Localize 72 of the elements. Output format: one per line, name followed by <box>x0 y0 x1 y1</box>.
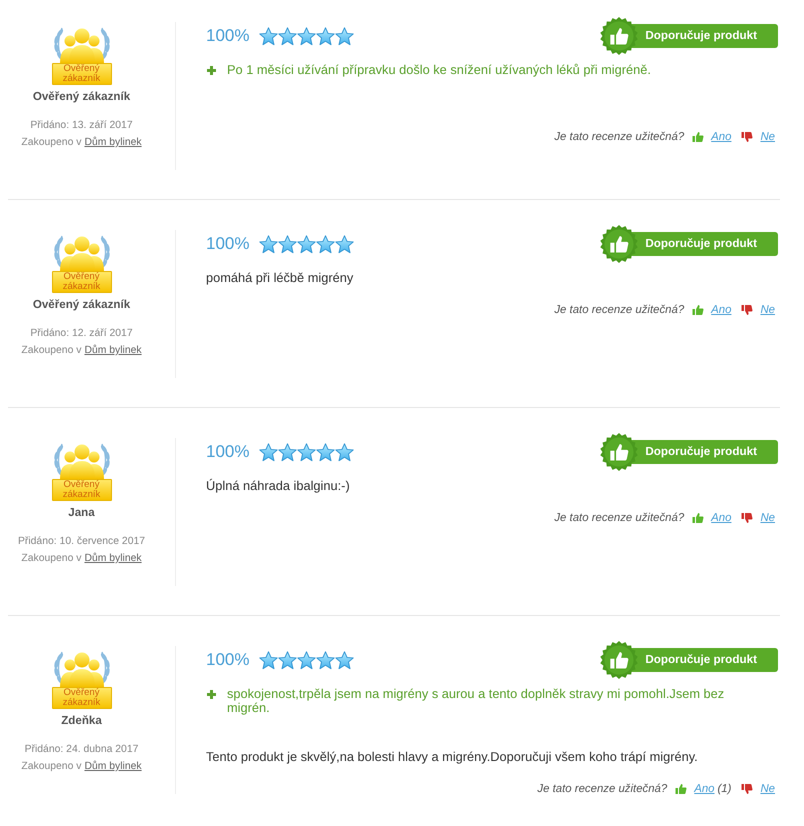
yes-link[interactable]: Ano <box>711 511 732 525</box>
star-icon <box>297 442 316 462</box>
star-icon <box>316 234 336 254</box>
review-text: pomáhá při léčbě migrény <box>206 271 354 285</box>
purchase-label: Zakoupeno v <box>21 552 82 566</box>
thumbs-up-seal-icon <box>600 17 638 55</box>
helpful-question: Je tato recenze užitečná? <box>554 130 684 144</box>
author-name: Zdeňka <box>61 714 102 728</box>
star-icon <box>278 234 298 254</box>
helpful-question: Je tato recenze užitečná? <box>554 511 684 525</box>
star-icon <box>259 442 278 462</box>
shop-link[interactable]: Dům bylinek <box>84 758 142 776</box>
star-icon <box>297 650 316 670</box>
no-link[interactable]: Ne <box>760 130 775 144</box>
star-icon <box>335 234 354 254</box>
vote-count: (1) <box>718 782 732 796</box>
pro-text: Po 1 měsíci užívání přípravku došlo ke snížení užívaných léků při migréně. <box>227 63 651 77</box>
star-icon <box>316 442 336 462</box>
author-name: Jana <box>68 506 95 520</box>
helpful-question: Je tato recenze užitečná? <box>537 782 668 796</box>
date-added: Přidáno: 12. září 2017 <box>30 327 133 341</box>
shop-link[interactable]: Dům bylinek <box>84 342 142 360</box>
no-link[interactable]: Ne <box>760 303 775 317</box>
author-name: Ověřený zákazník <box>32 298 130 312</box>
star-icon <box>259 650 278 670</box>
rating-score: 100% <box>206 650 250 670</box>
star-icon <box>297 26 316 46</box>
pro-text: spokojenost,trpěla jsem na migrény s aurou a tento doplněk stravy mi pomohl.Jsem bez migrén. <box>227 687 726 715</box>
review-text: Tento produkt je skvělý,na bolesti hlavy a migrény.Doporučuji všem koho trápí migrény. <box>206 750 699 764</box>
star-icon <box>316 650 336 670</box>
date-added: Přidáno: 13. září 2017 <box>30 119 133 133</box>
date-added: Přidáno: 24. dubna 2017 <box>24 743 138 757</box>
shop-link[interactable]: Dům bylinek <box>84 134 142 152</box>
review-text: Úplná náhrada ibalginu:-) <box>206 479 351 493</box>
yes-link[interactable]: Ano <box>711 303 732 317</box>
thumbs-down-icon[interactable] <box>741 131 754 143</box>
thumbs-up-icon[interactable] <box>675 783 688 795</box>
star-icon <box>335 442 354 462</box>
plus-icon <box>207 690 216 699</box>
no-link[interactable]: Ne <box>760 511 775 525</box>
author-name: Ověřený zákazník <box>32 90 130 104</box>
thumbs-up-icon[interactable] <box>692 512 704 524</box>
yes-link[interactable]: Ano <box>711 130 732 144</box>
thumbs-down-icon[interactable] <box>741 783 754 795</box>
star-icon <box>297 234 316 254</box>
thumbs-down-icon[interactable] <box>741 512 754 524</box>
purchase-label: Zakoupeno v <box>21 136 82 150</box>
thumbs-up-seal-icon <box>600 641 638 679</box>
star-icon <box>259 234 278 254</box>
star-icon <box>259 26 278 46</box>
star-icon <box>278 26 298 46</box>
rating-score: 100% <box>206 442 250 462</box>
star-icon <box>335 650 354 670</box>
rating-score: 100% <box>206 26 250 46</box>
no-link[interactable]: Ne <box>760 782 775 796</box>
yes-link[interactable]: Ano <box>694 782 715 796</box>
purchase-label: Zakoupeno v <box>21 760 82 774</box>
thumbs-up-seal-icon <box>600 433 638 471</box>
thumbs-up-seal-icon <box>600 225 638 263</box>
star-icon <box>316 26 336 46</box>
thumbs-up-icon[interactable] <box>692 304 704 316</box>
star-icon <box>278 442 298 462</box>
thumbs-down-icon[interactable] <box>741 304 754 316</box>
helpful-question: Je tato recenze užitečná? <box>554 303 684 317</box>
rating-score: 100% <box>206 234 250 254</box>
star-icon <box>335 26 354 46</box>
shop-link[interactable]: Dům bylinek <box>84 550 142 568</box>
thumbs-up-icon[interactable] <box>692 131 704 143</box>
star-icon <box>278 650 298 670</box>
purchase-label: Zakoupeno v <box>21 344 82 358</box>
plus-icon <box>207 66 216 75</box>
date-added: Přidáno: 10. července 2017 <box>18 535 146 549</box>
